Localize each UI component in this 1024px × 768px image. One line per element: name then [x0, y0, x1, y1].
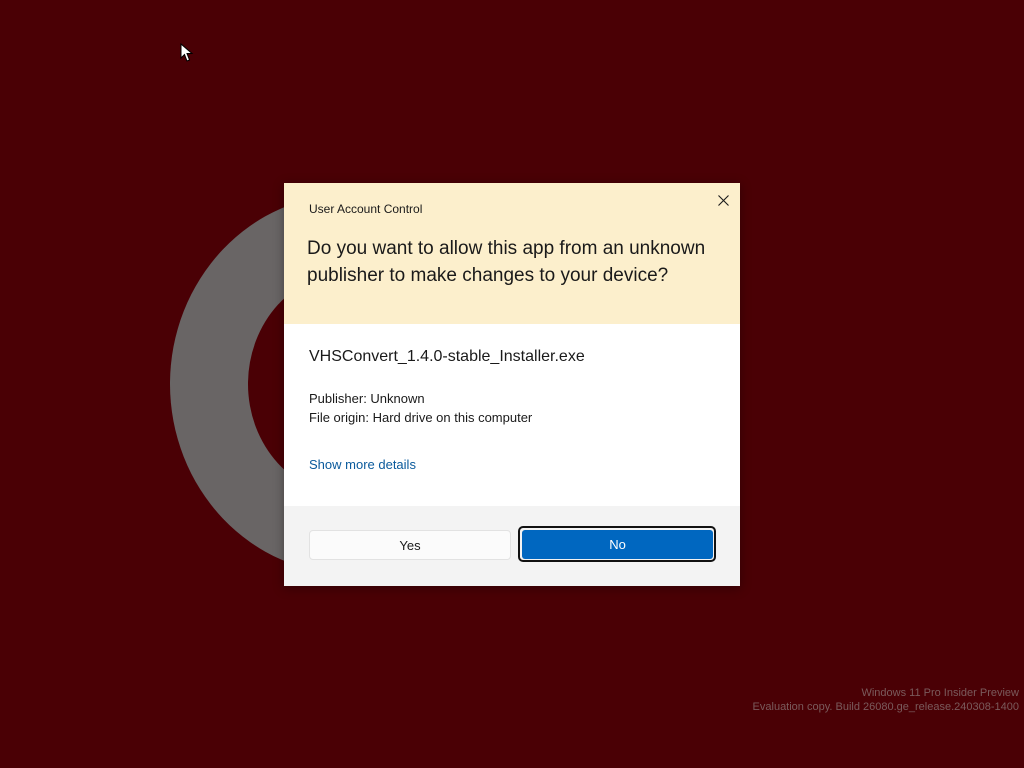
show-more-details-link[interactable]: Show more details [309, 457, 416, 472]
dialog-caption: User Account Control [309, 202, 423, 216]
secure-desktop: User Account Control Do you want to allo… [0, 0, 1024, 768]
watermark-line-edition: Windows 11 Pro Insider Preview [861, 687, 1019, 699]
publisher-info: Publisher: Unknown [309, 391, 425, 406]
evaluation-watermark: Windows 11 Pro Insider Preview Evaluatio… [753, 686, 1019, 714]
uac-body: VHSConvert_1.4.0-stable_Installer.exe Pu… [284, 324, 740, 506]
uac-footer: Yes No [284, 506, 740, 586]
close-icon [717, 194, 729, 206]
no-button[interactable]: No [522, 530, 713, 559]
app-name: VHSConvert_1.4.0-stable_Installer.exe [309, 348, 585, 365]
close-button[interactable] [712, 189, 734, 211]
file-origin-info: File origin: Hard drive on this computer [309, 410, 533, 425]
uac-header: User Account Control Do you want to allo… [284, 183, 740, 324]
dialog-question: Do you want to allow this app from an un… [307, 238, 706, 286]
yes-button[interactable]: Yes [309, 530, 511, 560]
uac-dialog: User Account Control Do you want to allo… [284, 183, 740, 586]
watermark-line-build: Evaluation copy. Build 26080.ge_release.… [752, 701, 1019, 713]
mouse-pointer-icon [180, 43, 194, 62]
